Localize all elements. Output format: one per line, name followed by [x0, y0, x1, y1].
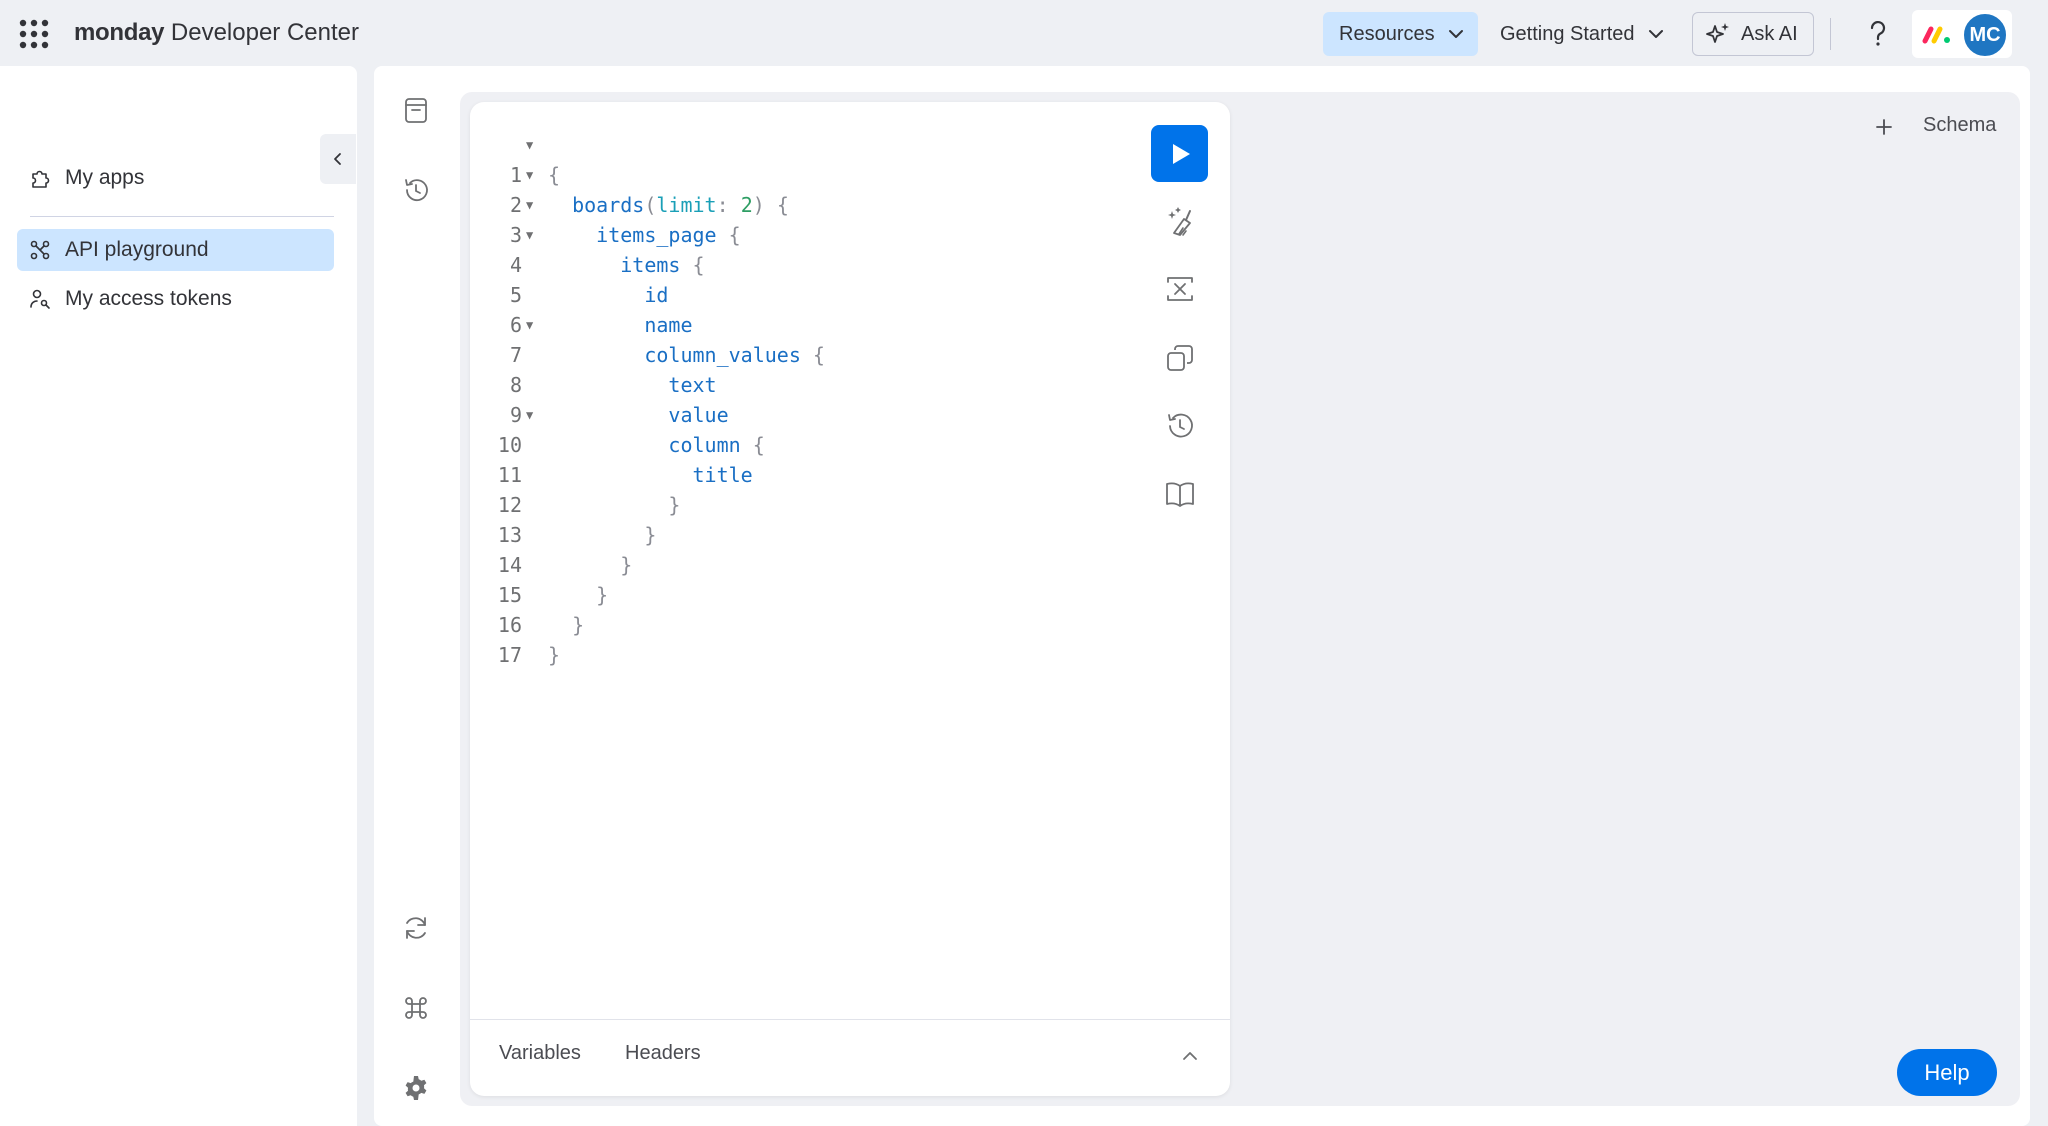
fold-arrow-icon[interactable]: ▼ — [526, 220, 533, 250]
code-line: 11 title — [470, 430, 753, 487]
refresh-schema-button[interactable] — [398, 910, 434, 946]
graph-nodes-icon — [30, 240, 50, 260]
tab-headers[interactable]: Headers — [625, 1042, 701, 1065]
copy-query-button[interactable] — [1162, 340, 1198, 376]
code-line: 15 } — [470, 550, 608, 607]
merge-icon — [1167, 277, 1193, 301]
prettify-icon — [1168, 207, 1191, 236]
brand-rest: Developer Center — [164, 19, 359, 46]
gear-icon — [405, 1076, 427, 1100]
sidebar-item-label: API playground — [65, 238, 209, 261]
sidebar-item-my-apps[interactable]: My apps — [17, 157, 334, 199]
schema-button[interactable]: Schema — [1923, 114, 1996, 137]
resources-menu-button[interactable]: Resources — [1323, 12, 1478, 56]
prettify-button[interactable] — [1162, 203, 1198, 239]
code-line: 13 } — [470, 490, 656, 547]
code-line: 16 } — [470, 580, 584, 637]
sidebar-item-label: My apps — [65, 166, 145, 189]
monday-logo-icon — [1922, 26, 1950, 44]
getting-started-menu-button[interactable]: Getting Started — [1486, 12, 1678, 56]
code-line: 12 } — [470, 460, 681, 517]
fold-arrow-icon[interactable]: ▼ — [526, 130, 533, 160]
brand-bold: monday — [74, 19, 165, 46]
code-line: 4 ▼ items { — [470, 220, 705, 277]
query-history-button[interactable] — [1162, 408, 1198, 444]
help-button[interactable]: Help — [1897, 1049, 1997, 1096]
sparkle-icon — [1706, 23, 1729, 43]
sidebar-item-my-access-tokens[interactable]: My access tokens — [17, 278, 334, 320]
puzzle-icon — [32, 170, 50, 188]
code-line: 8 text — [470, 340, 717, 397]
code-line: 9 value — [470, 370, 729, 427]
code-line: 2 ▼ boards(limit: 2) { — [470, 160, 789, 217]
sidebar: My apps API playground My access tokens — [0, 66, 357, 1126]
code-line: 3 ▼ items_page { — [470, 190, 741, 247]
fold-arrow-icon[interactable]: ▼ — [526, 190, 533, 220]
fold-arrow-icon[interactable]: ▼ — [526, 160, 533, 190]
tab-variables[interactable]: Variables — [499, 1042, 581, 1065]
key-person-icon — [30, 289, 50, 309]
ask-ai-button[interactable]: Ask AI — [1692, 12, 1814, 56]
run-query-button[interactable] — [1151, 125, 1208, 182]
command-icon — [405, 997, 427, 1019]
help-question-icon[interactable] — [1858, 14, 1898, 54]
chevron-down-icon — [1449, 30, 1463, 38]
collection-button[interactable] — [398, 92, 434, 128]
add-tab-plus-icon[interactable] — [1870, 113, 1898, 141]
avatar[interactable]: MC — [1962, 12, 2008, 58]
code-line: 6 name — [470, 280, 693, 337]
chevron-up-icon[interactable] — [1180, 1046, 1200, 1066]
sidebar-item-label: My access tokens — [65, 287, 232, 310]
docs-button[interactable] — [1162, 476, 1198, 512]
code-line: 14 } — [470, 520, 632, 577]
archive-icon — [405, 98, 427, 123]
merge-fragments-button[interactable] — [1162, 271, 1198, 307]
history-icon — [1168, 413, 1193, 438]
ask-ai-label: Ask AI — [1741, 22, 1798, 45]
top-bar: monday Developer Center Resources Gettin… — [0, 0, 2048, 66]
line-number: 17 — [497, 643, 522, 667]
resources-label: Resources — [1339, 22, 1435, 45]
chevron-down-icon — [1649, 30, 1663, 38]
copy-icon — [1167, 345, 1193, 371]
code-line: 7 ▼ column_values { — [470, 310, 825, 367]
getting-started-label: Getting Started — [1500, 22, 1635, 45]
code-line: 10 ▼ column { — [470, 400, 765, 457]
fold-arrow-icon[interactable]: ▼ — [526, 400, 533, 430]
code-line: 17} — [470, 610, 560, 667]
sidebar-item-api-playground[interactable]: API playground — [17, 229, 334, 271]
play-icon — [1172, 143, 1190, 164]
refresh-icon — [406, 917, 426, 939]
code-line: 1 ▼{ — [470, 130, 560, 187]
docs-icon — [1166, 482, 1194, 507]
apps-grid-icon[interactable] — [18, 18, 50, 50]
brand-title[interactable]: monday Developer Center — [74, 18, 359, 48]
shortcuts-button[interactable] — [398, 990, 434, 1026]
editor-footer: Variables Headers — [470, 1019, 1230, 1096]
history-icon — [405, 179, 428, 202]
sidebar-divider — [30, 216, 334, 217]
fold-arrow-icon[interactable]: ▼ — [526, 310, 533, 340]
history-button[interactable] — [398, 172, 434, 208]
topbar-divider — [1830, 18, 1831, 50]
code-line: 5 id — [470, 250, 668, 307]
settings-button[interactable] — [398, 1070, 434, 1106]
